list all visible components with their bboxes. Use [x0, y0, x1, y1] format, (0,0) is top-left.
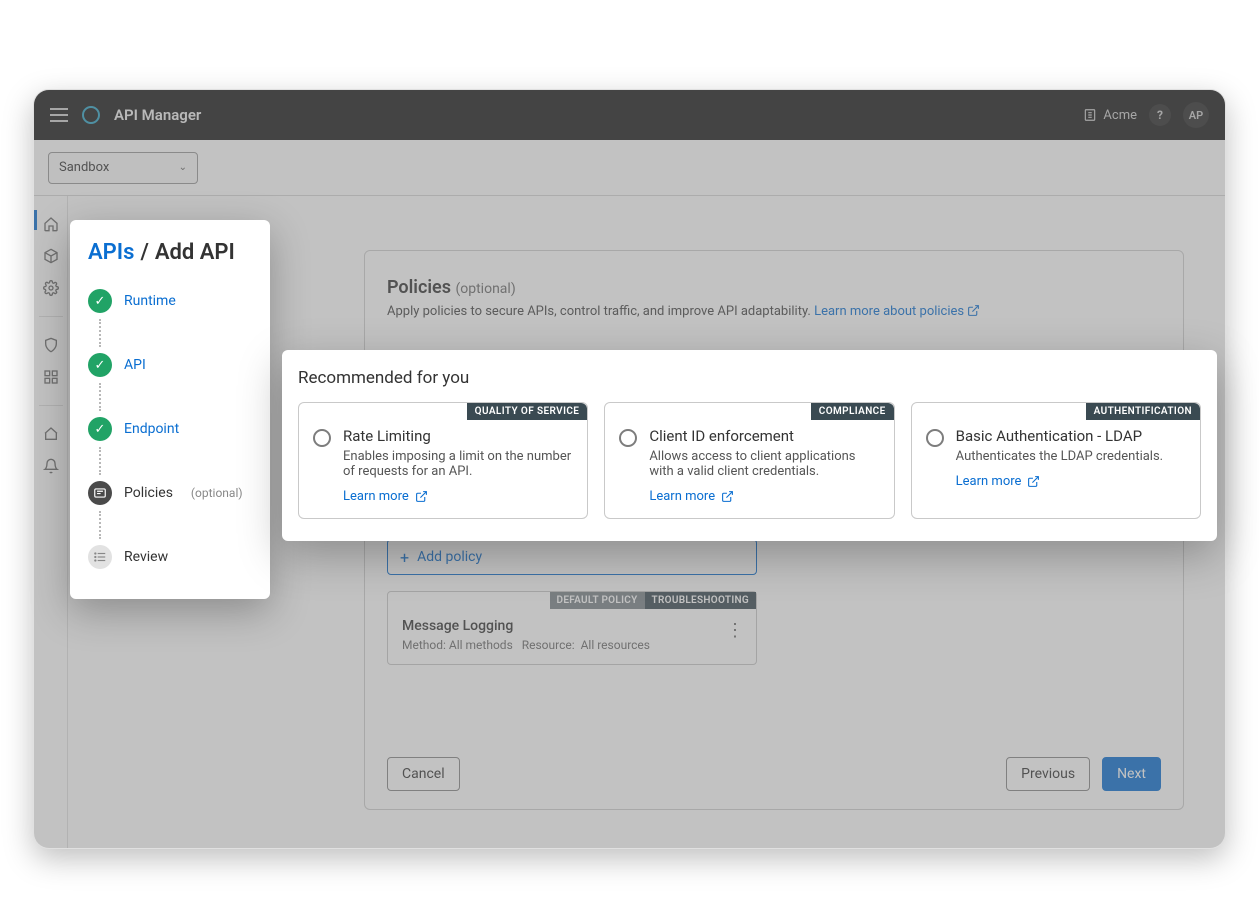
reco-name: Client ID enforcement	[649, 427, 879, 445]
breadcrumb-root[interactable]: APIs	[88, 240, 134, 265]
logo-icon	[82, 106, 100, 124]
reco-tag: QUALITY OF SERVICE	[467, 403, 588, 420]
reco-desc: Enables imposing a limit on the number o…	[343, 449, 573, 479]
chevron-down-icon: ⌄	[179, 162, 187, 173]
org-name: Acme	[1103, 108, 1137, 123]
menu-icon[interactable]	[50, 108, 68, 122]
step-api[interactable]: ✓ API	[88, 347, 252, 383]
step-endpoint[interactable]: ✓ Endpoint	[88, 411, 252, 447]
previous-button[interactable]: Previous	[1006, 757, 1090, 791]
bell-icon[interactable]	[43, 458, 59, 474]
check-icon: ✓	[88, 417, 112, 441]
reco-learn-link[interactable]: Learn more	[956, 474, 1041, 489]
policies-step-icon	[88, 481, 112, 505]
next-button[interactable]: Next	[1102, 757, 1161, 791]
check-icon: ✓	[88, 353, 112, 377]
plus-icon: +	[400, 548, 409, 567]
stepper-card: APIs / Add API ✓ Runtime ✓ API ✓ Endpoin…	[70, 220, 270, 599]
kebab-menu-icon[interactable]: ⋮	[726, 626, 744, 635]
step-policies[interactable]: Policies (optional)	[88, 475, 252, 511]
external-link-icon	[967, 304, 980, 317]
learn-policies-link[interactable]: Learn more about policies	[814, 304, 980, 319]
breadcrumb-current: Add API	[155, 240, 235, 265]
home-icon[interactable]	[43, 216, 59, 232]
add-policy-label: Add policy	[417, 549, 482, 565]
tag-default-policy: DEFAULT POLICY	[550, 592, 645, 609]
reco-card-basic-auth[interactable]: AUTHENTIFICATION Basic Authentication - …	[911, 402, 1201, 519]
radio-icon[interactable]	[926, 429, 944, 447]
external-link-icon	[721, 490, 734, 503]
external-link-icon	[415, 490, 428, 503]
applied-policy-sub: Method: All methods Resource: All resour…	[402, 638, 742, 652]
inbox-icon[interactable]	[43, 426, 59, 442]
reco-heading: Recommended for you	[298, 368, 1201, 388]
shield-icon[interactable]	[43, 337, 59, 353]
breadcrumb-sep: /	[140, 240, 148, 265]
recommendations-panel: Recommended for you QUALITY OF SERVICE R…	[282, 350, 1217, 541]
step-review[interactable]: Review	[88, 539, 252, 575]
reco-card-client-id[interactable]: COMPLIANCE Client ID enforcement Allows …	[604, 402, 894, 519]
radio-icon[interactable]	[619, 429, 637, 447]
dashboard-icon[interactable]	[43, 369, 59, 385]
panel-title-suffix: (optional)	[455, 281, 515, 297]
applied-policy-card: DEFAULT POLICY TROUBLESHOOTING Message L…	[387, 591, 757, 665]
reco-name: Rate Limiting	[343, 427, 573, 445]
rail-active-indicator	[34, 210, 37, 230]
check-icon: ✓	[88, 289, 112, 313]
radio-icon[interactable]	[313, 429, 331, 447]
env-select[interactable]: Sandbox ⌄	[48, 152, 198, 184]
panel-title: Policies (optional)	[387, 277, 1161, 298]
avatar[interactable]: AP	[1183, 102, 1209, 128]
cube-icon[interactable]	[43, 248, 59, 264]
reco-tag: AUTHENTIFICATION	[1086, 403, 1200, 420]
help-button[interactable]: ?	[1149, 104, 1171, 126]
reco-desc: Allows access to client applications wit…	[649, 449, 879, 479]
applied-policy-title: Message Logging	[402, 618, 742, 634]
step-runtime[interactable]: ✓ Runtime	[88, 283, 252, 319]
gear-icon[interactable]	[43, 280, 59, 296]
env-value: Sandbox	[59, 160, 109, 175]
reco-learn-link[interactable]: Learn more	[343, 489, 428, 504]
panel-desc: Apply policies to secure APIs, control t…	[387, 304, 1161, 319]
footer-row: Cancel Previous Next	[387, 757, 1161, 791]
reco-name: Basic Authentication - LDAP	[956, 427, 1163, 445]
org-switcher[interactable]: Acme	[1083, 108, 1137, 123]
cancel-button[interactable]: Cancel	[387, 757, 460, 791]
env-bar: Sandbox ⌄	[34, 140, 1225, 196]
breadcrumb: APIs / Add API	[88, 240, 252, 265]
tag-troubleshooting: TROUBLESHOOTING	[645, 592, 756, 609]
reco-learn-link[interactable]: Learn more	[649, 489, 734, 504]
reco-tag: COMPLIANCE	[811, 403, 894, 420]
left-rail	[34, 196, 68, 848]
topbar: API Manager Acme ? AP	[34, 90, 1225, 140]
reco-card-rate-limiting[interactable]: QUALITY OF SERVICE Rate Limiting Enables…	[298, 402, 588, 519]
external-link-icon	[1027, 475, 1040, 488]
app-title: API Manager	[114, 106, 201, 124]
add-policy-button[interactable]: + Add policy	[387, 539, 757, 575]
review-step-icon	[88, 545, 112, 569]
reco-desc: Authenticates the LDAP credentials.	[956, 449, 1163, 464]
